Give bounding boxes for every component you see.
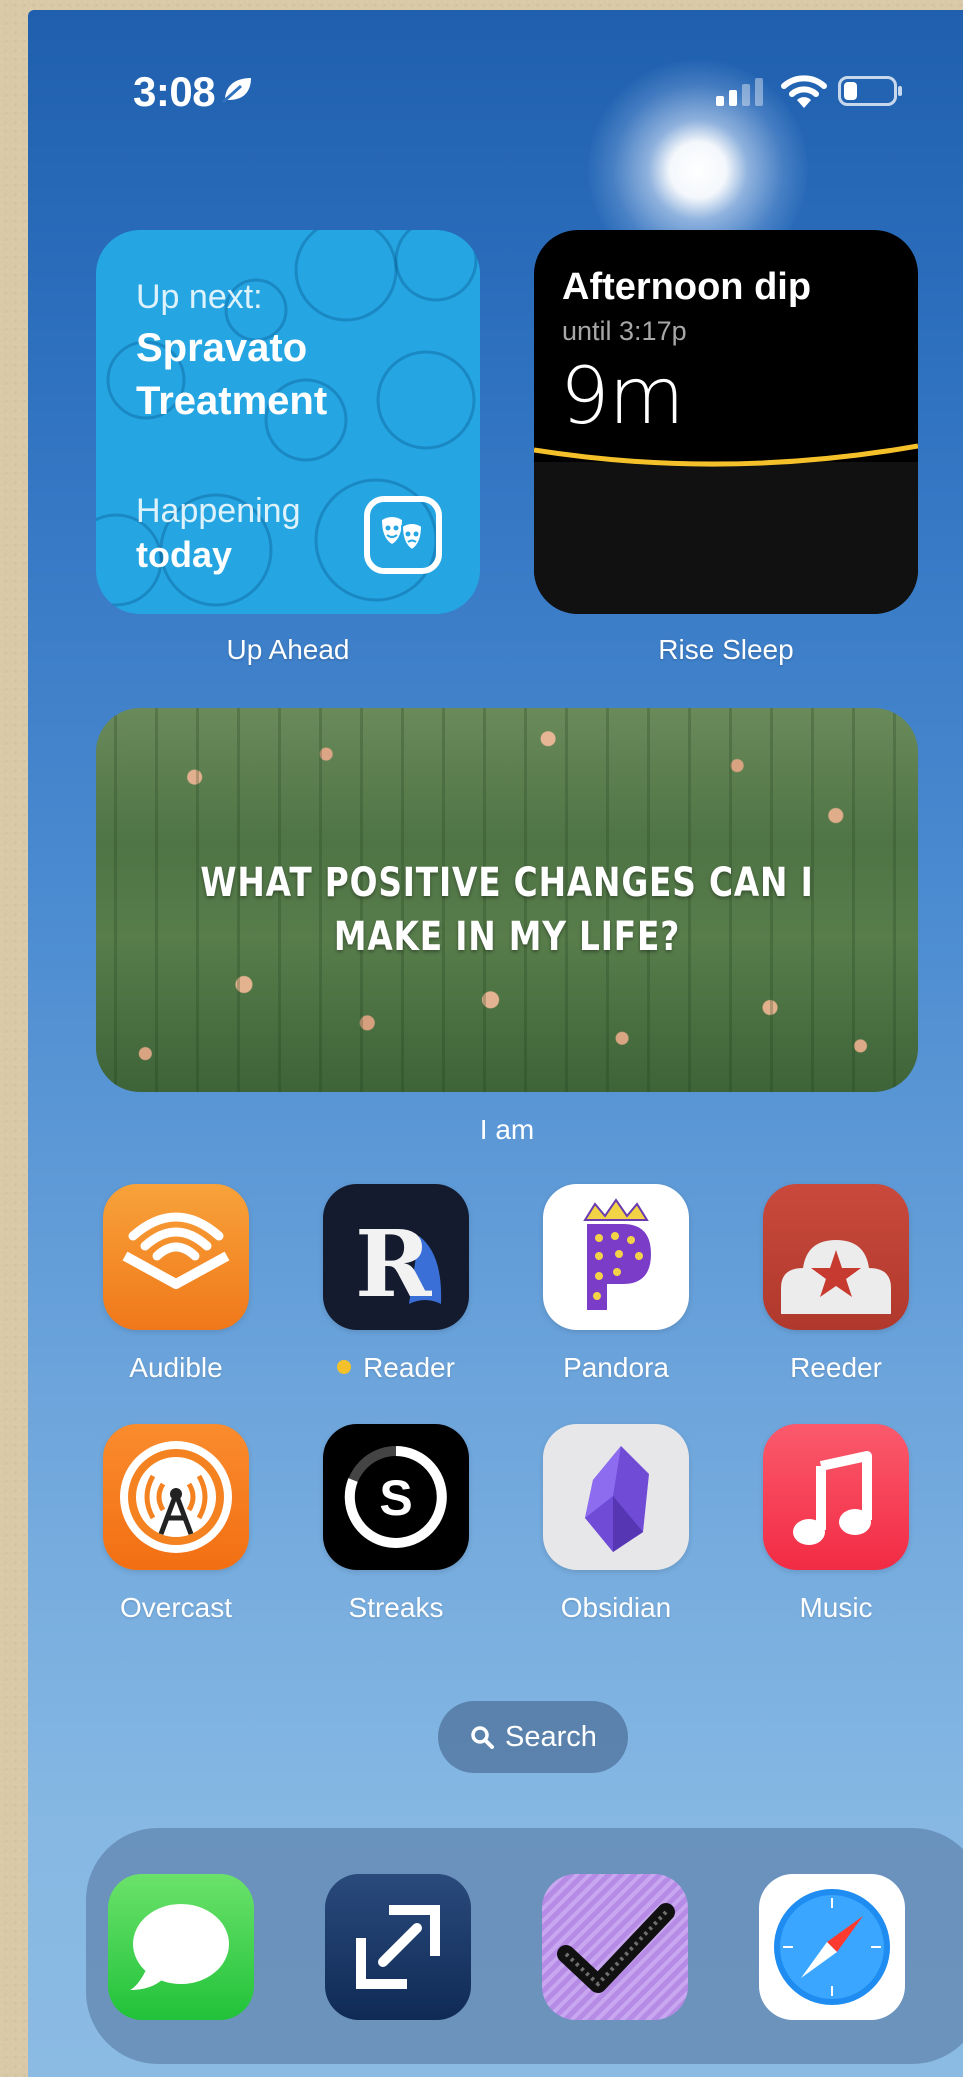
app-label: Music (799, 1592, 873, 1623)
up-ahead-label: Up Ahead (226, 634, 350, 665)
overcast-icon (103, 1424, 249, 1570)
rise-sleep-label: Rise Sleep (658, 634, 794, 665)
app-music[interactable]: Music (763, 1424, 909, 1623)
rise-title: Afternoon dip (562, 266, 812, 308)
rise-subtitle: until 3:17p (562, 316, 687, 346)
svg-text:S: S (379, 1470, 412, 1526)
cellular-signal-icon (716, 76, 763, 106)
search-icon (471, 1726, 495, 1749)
screens-icon[interactable] (325, 1874, 471, 2020)
app-streaks[interactable]: S Streaks (323, 1424, 469, 1623)
app-label: Reeder (790, 1352, 882, 1383)
app-reader[interactable]: R Reader (323, 1184, 469, 1383)
energy-curve (534, 443, 918, 467)
pandora-icon (543, 1184, 689, 1330)
app-label: Obsidian (560, 1592, 672, 1623)
spotlight-search-button[interactable]: Search (438, 1701, 628, 1773)
app-label: Pandora (563, 1352, 669, 1383)
search-label: Search (505, 1720, 597, 1753)
streaks-icon: S (323, 1424, 469, 1570)
reeder-icon (763, 1184, 909, 1330)
up-ahead-widget[interactable]: Up next: Spravato Treatment Happening to… (96, 230, 480, 614)
messages-icon[interactable] (108, 1874, 254, 2020)
affirmation-quote: What positive changes can I make in my l… (200, 860, 814, 960)
leaf-icon (221, 74, 255, 112)
wifi-icon (780, 72, 828, 112)
i-am-label: I am (479, 1114, 535, 1145)
app-label: Audible (129, 1352, 223, 1383)
safari-icon[interactable] (759, 1874, 905, 2020)
app-reeder[interactable]: Reeder (763, 1184, 909, 1383)
omnifocus-check-icon[interactable] (542, 1874, 688, 2020)
update-dot (337, 1360, 352, 1374)
rise-sleep-widget[interactable]: Afternoon dip until 3:17p 9m (534, 230, 918, 614)
app-label: Overcast (119, 1592, 233, 1623)
obsidian-icon (543, 1424, 689, 1570)
app-label: Reader (283, 1352, 509, 1384)
rise-value: 9m (560, 352, 685, 442)
app-audible[interactable]: Audible (103, 1184, 249, 1383)
i-am-widget[interactable]: What positive changes can I make in my l… (96, 708, 918, 1092)
reader-icon: R (323, 1184, 469, 1330)
svg-text:R: R (355, 1210, 432, 1318)
event-title: Spravato Treatment (136, 326, 328, 423)
home-screen: 3:08 Up next: Spravato Treatment Happeni… (28, 10, 963, 2077)
status-time: 3:08 (133, 68, 255, 118)
app-label: Streaks (348, 1592, 444, 1623)
when-value: today (136, 534, 233, 575)
audible-icon (103, 1184, 249, 1330)
battery-icon (838, 76, 904, 106)
up-next-heading: Up next: (136, 278, 263, 316)
music-icon (763, 1424, 909, 1570)
app-obsidian[interactable]: Obsidian (543, 1424, 689, 1623)
app-pandora[interactable]: Pandora (543, 1184, 689, 1383)
app-overcast[interactable]: Overcast (103, 1424, 249, 1623)
theater-masks-icon (364, 496, 442, 574)
when-label: Happening (136, 492, 301, 530)
